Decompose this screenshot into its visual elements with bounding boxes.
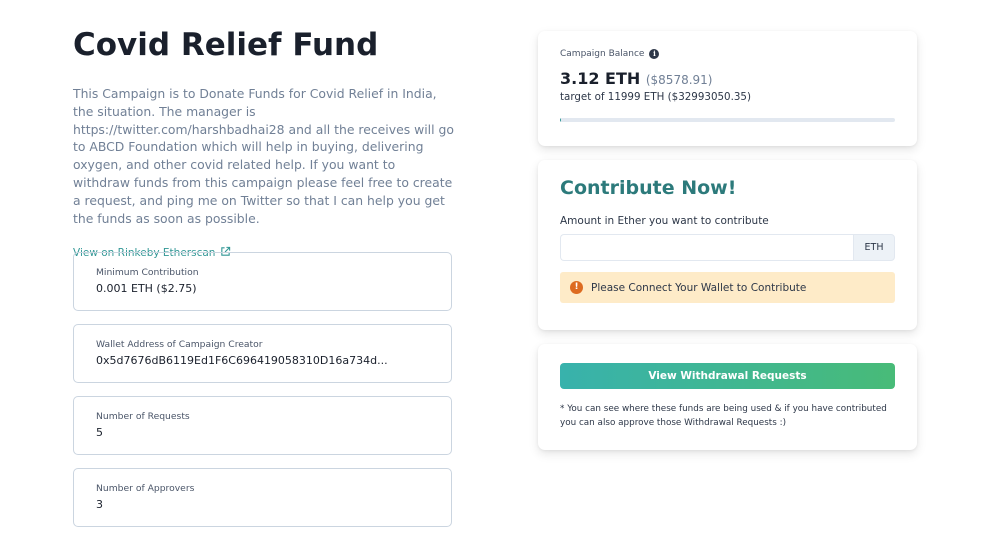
balance-label: Campaign Balance — [560, 49, 645, 59]
contribute-card: Contribute Now! Amount in Ether you want… — [538, 160, 917, 330]
balance-label-row: Campaign Balance i — [560, 49, 895, 59]
balance-amount-row: 3.12 ETH ($8578.91) — [560, 69, 895, 88]
alert-text: Please Connect Your Wallet to Contribute — [591, 281, 807, 294]
stat-value: 0.001 ETH ($2.75) — [96, 282, 197, 295]
view-withdrawal-requests-button[interactable]: View Withdrawal Requests — [560, 363, 895, 389]
stat-wallet-address: Wallet Address of Campaign Creator 0x5d7… — [73, 324, 452, 383]
stat-value: 0x5d7676dB6119Ed1F6C696419058310D16a734d… — [96, 354, 388, 367]
stat-value: 3 — [96, 498, 103, 511]
warning-icon: ! — [570, 281, 583, 294]
balance-progress-bar — [560, 118, 895, 122]
stat-minimum-contribution: Minimum Contribution 0.001 ETH ($2.75) — [73, 252, 452, 311]
contribute-heading: Contribute Now! — [560, 177, 737, 199]
stat-number-of-approvers: Number of Approvers 3 — [73, 468, 452, 527]
amount-label: Amount in Ether you want to contribute — [560, 215, 769, 227]
page-title: Covid Relief Fund — [73, 27, 379, 63]
withdrawal-note: * You can see where these funds are bein… — [560, 404, 887, 428]
stat-label: Number of Approvers — [96, 483, 195, 494]
info-icon[interactable]: i — [649, 49, 660, 59]
amount-input[interactable] — [560, 234, 853, 261]
stat-number-of-requests: Number of Requests 5 — [73, 396, 452, 455]
balance-target: target of 11999 ETH ($32993050.35) — [560, 91, 751, 103]
eth-unit-addon: ETH — [853, 234, 895, 261]
campaign-info: Covid Relief Fund This Campaign is to Do… — [73, 26, 454, 260]
campaign-description: This Campaign is to Donate Funds for Cov… — [73, 86, 454, 226]
campaign-balance-card: Campaign Balance i 3.12 ETH ($8578.91) t… — [538, 31, 917, 146]
balance-amount: 3.12 ETH — [560, 69, 641, 88]
withdrawal-card: View Withdrawal Requests * You can see w… — [538, 344, 917, 450]
stat-label: Wallet Address of Campaign Creator — [96, 339, 263, 350]
stat-label: Number of Requests — [96, 411, 190, 422]
stat-value: 5 — [96, 426, 103, 439]
stat-label: Minimum Contribution — [96, 267, 199, 278]
amount-input-group: ETH — [560, 234, 895, 261]
balance-usd: ($8578.91) — [645, 73, 713, 87]
connect-wallet-alert: ! Please Connect Your Wallet to Contribu… — [560, 272, 895, 303]
